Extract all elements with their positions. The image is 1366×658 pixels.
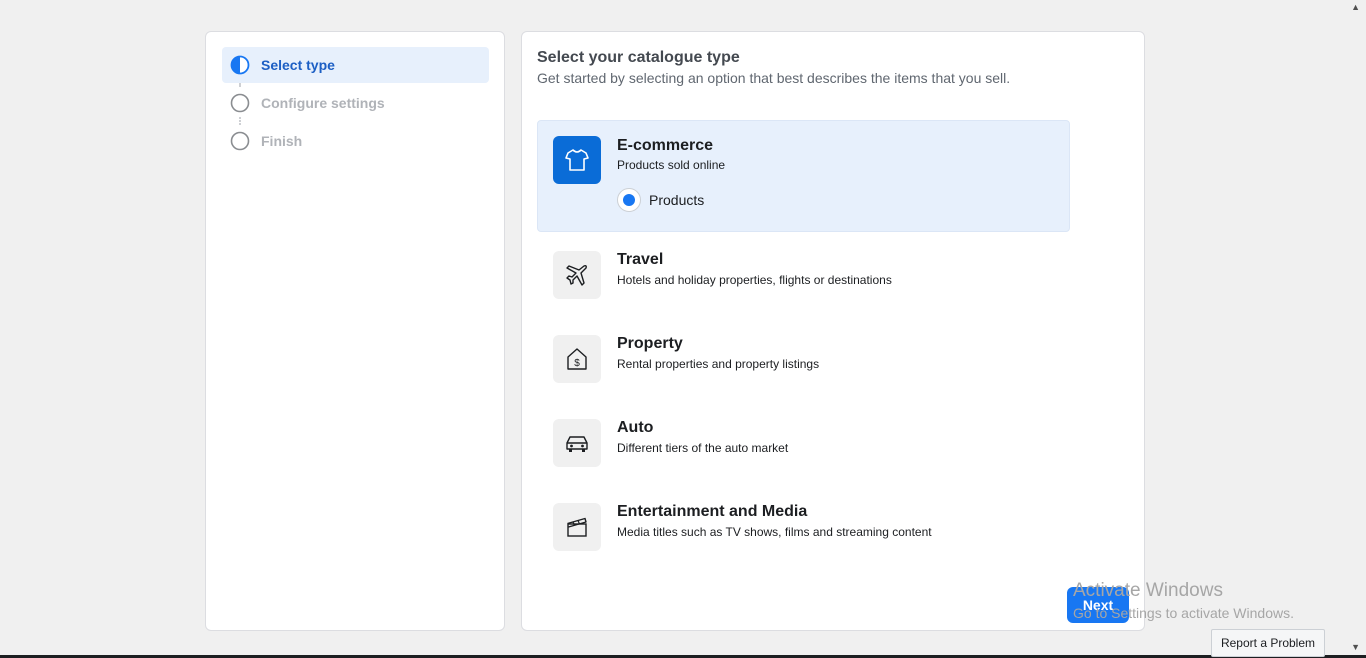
- step-configure-settings: Configure settings: [222, 85, 489, 121]
- clapperboard-icon: [553, 503, 601, 551]
- option-property[interactable]: $ Property Rental properties and propert…: [537, 320, 1070, 400]
- page-title: Select your catalogue type: [537, 49, 740, 66]
- option-auto[interactable]: Auto Different tiers of the auto market: [537, 404, 1070, 484]
- option-description: Products sold online: [617, 158, 726, 172]
- products-radio-button[interactable]: [617, 188, 641, 212]
- house-dollar-icon: $: [553, 335, 601, 383]
- option-title: Auto: [617, 419, 654, 436]
- option-travel[interactable]: Travel Hotels and holiday properties, fl…: [537, 236, 1070, 316]
- step-label: Finish: [261, 133, 303, 149]
- step-label: Configure settings: [261, 95, 385, 111]
- empty-circle-icon: [230, 131, 250, 151]
- option-description: Different tiers of the auto market: [617, 441, 789, 455]
- option-title: Property: [617, 335, 683, 352]
- catalogue-type-panel: Select your catalogue type Get started b…: [521, 31, 1145, 631]
- steps-panel: Select type Configure settings Finish: [205, 31, 505, 631]
- step-label: Select type: [261, 57, 335, 73]
- airplane-icon: [553, 251, 601, 299]
- radio-label: Products: [649, 192, 705, 208]
- half-circle-icon: [230, 55, 250, 75]
- step-select-type[interactable]: Select type: [222, 47, 489, 83]
- option-title: Entertainment and Media: [617, 503, 808, 520]
- scroll-up-arrow[interactable]: ▲: [1351, 2, 1360, 12]
- option-description: Hotels and holiday properties, flights o…: [617, 273, 892, 287]
- scroll-down-arrow[interactable]: ▼: [1351, 642, 1360, 652]
- step-finish: Finish: [222, 123, 489, 159]
- report-problem-button[interactable]: Report a Problem: [1211, 629, 1325, 657]
- empty-circle-icon: [230, 93, 250, 113]
- option-title: E-commerce: [617, 137, 714, 154]
- option-ecommerce[interactable]: E-commerce Products sold online Products: [537, 120, 1070, 232]
- option-description: Media titles such as TV shows, films and…: [617, 525, 932, 539]
- option-title: Travel: [617, 251, 664, 268]
- option-entertainment-media[interactable]: Entertainment and Media Media titles suc…: [537, 488, 1070, 568]
- option-description: Rental properties and property listings: [617, 357, 820, 371]
- next-button[interactable]: Next: [1067, 587, 1129, 623]
- page-subtitle: Get started by selecting an option that …: [537, 70, 1011, 86]
- car-icon: [553, 419, 601, 467]
- svg-text:$: $: [574, 358, 580, 369]
- products-radio-option[interactable]: Products: [617, 188, 704, 212]
- tshirt-icon: [553, 136, 601, 184]
